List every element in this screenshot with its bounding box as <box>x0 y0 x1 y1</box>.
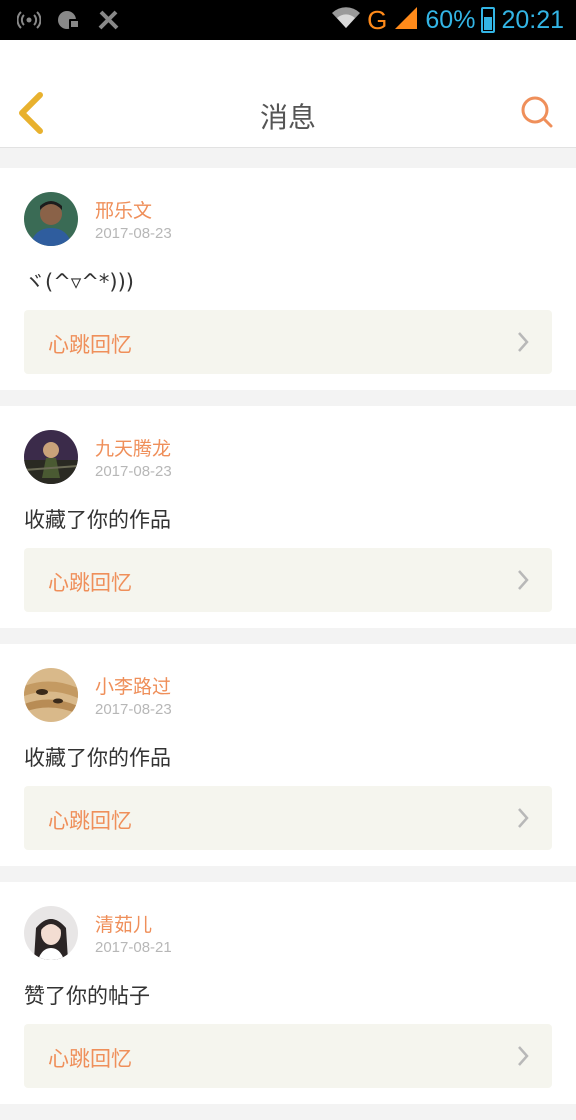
related-item-title: 心跳回忆 <box>48 1047 132 1071</box>
battery-icon <box>481 7 496 33</box>
message-text: ヾ(^▿^*))) <box>24 270 135 294</box>
tools-icon <box>96 8 122 32</box>
related-item-title: 心跳回忆 <box>48 571 132 595</box>
message-date: 2017-08-23 <box>95 225 172 242</box>
sender-name[interactable]: 邢乐文 <box>95 196 152 223</box>
clock: 20:21 <box>501 5 564 34</box>
status-bar: G 60% 20:21 <box>0 0 576 40</box>
message-item[interactable]: 九天腾龙 2017-08-23 收藏了你的作品 心跳回忆 <box>0 406 576 628</box>
avatar[interactable] <box>24 430 78 484</box>
page-title: 消息 <box>259 101 316 134</box>
related-item-link[interactable]: 心跳回忆 <box>24 310 552 374</box>
related-item-link[interactable]: 心跳回忆 <box>24 786 552 850</box>
sender-name[interactable]: 清茹儿 <box>95 910 152 937</box>
signal-icon <box>393 5 419 35</box>
app-notification-icon <box>56 8 82 32</box>
chevron-right-icon <box>518 808 529 828</box>
avatar[interactable] <box>24 668 78 722</box>
battery-percent: 60% <box>425 5 476 34</box>
message-date: 2017-08-23 <box>95 701 172 718</box>
chevron-right-icon <box>518 570 529 590</box>
message-item[interactable]: 小李路过 2017-08-23 收藏了你的作品 心跳回忆 <box>0 644 576 866</box>
related-item-title: 心跳回忆 <box>48 809 132 833</box>
chevron-right-icon <box>518 332 529 352</box>
search-icon <box>521 96 553 128</box>
message-list: 邢乐文 2017-08-23 ヾ(^▿^*))) 心跳回忆 九天腾龙 2017-… <box>0 168 576 1120</box>
sender-name[interactable]: 小李路过 <box>95 672 171 699</box>
wifi-icon <box>331 6 361 34</box>
related-item-link[interactable]: 心跳回忆 <box>24 1024 552 1088</box>
chevron-right-icon <box>518 1046 529 1066</box>
message-text: 赞了你的帖子 <box>24 984 150 1008</box>
message-item[interactable]: 邢乐文 2017-08-23 ヾ(^▿^*))) 心跳回忆 <box>0 168 576 390</box>
message-date: 2017-08-23 <box>95 463 172 480</box>
related-item-title: 心跳回忆 <box>48 333 132 357</box>
message-date: 2017-08-21 <box>95 939 172 956</box>
message-text: 收藏了你的作品 <box>24 508 171 532</box>
status-notifications <box>16 8 122 32</box>
status-indicators: G 60% 20:21 <box>331 4 564 36</box>
wifi-hotspot-icon <box>16 8 42 32</box>
message-text: 收藏了你的作品 <box>24 746 171 770</box>
message-item[interactable]: 清茹儿 2017-08-21 赞了你的帖子 心跳回忆 <box>0 882 576 1104</box>
sender-name[interactable]: 九天腾龙 <box>95 434 171 461</box>
avatar[interactable] <box>24 906 78 960</box>
avatar[interactable] <box>24 192 78 246</box>
related-item-link[interactable]: 心跳回忆 <box>24 548 552 612</box>
search-button[interactable] <box>520 95 554 129</box>
network-type-label: G <box>367 4 388 35</box>
app-header: 消息 <box>0 40 576 148</box>
